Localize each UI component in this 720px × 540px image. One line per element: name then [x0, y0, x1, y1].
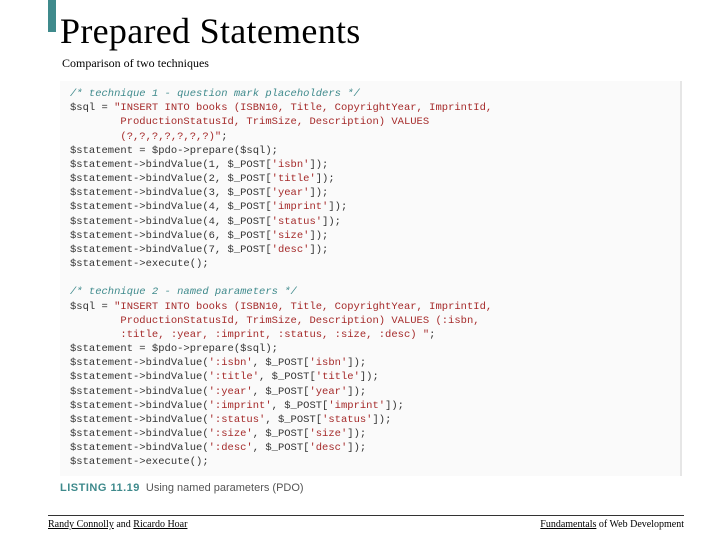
code-text: $statement->bindValue(3, $_POST[	[70, 187, 272, 199]
footer-text: of Web Development	[596, 519, 684, 530]
code-text: ;	[429, 329, 435, 341]
footer-right: Fundamentals of Web Development	[540, 519, 684, 530]
code-text: $statement->execute();	[70, 258, 209, 270]
code-text: $statement->bindValue(4, $_POST[	[70, 216, 272, 228]
code-string: 'title'	[272, 173, 316, 185]
code-text: $statement = $pdo->prepare($sql);	[70, 145, 278, 157]
code-listing: /* technique 1 - question mark placehold…	[70, 87, 670, 470]
code-string: (?,?,?,?,?,?,?)"	[70, 131, 221, 143]
code-string: 'size'	[309, 428, 347, 440]
code-text: ]);	[328, 201, 347, 213]
code-text: ;	[221, 131, 227, 143]
code-string: :title, :year, :imprint, :status, :size,…	[70, 329, 429, 341]
code-text: ]);	[347, 442, 366, 454]
author-1: Randy Connolly	[48, 519, 114, 530]
code-text: , $_POST[	[259, 371, 316, 383]
book-title-word: Fundamentals	[540, 519, 596, 530]
page-title: Prepared Statements	[60, 10, 672, 52]
code-text: $statement->bindValue(	[70, 428, 209, 440]
code-string: ':imprint'	[209, 400, 272, 412]
code-text: ]);	[309, 187, 328, 199]
accent-bar	[48, 0, 56, 32]
code-text: $statement->bindValue(7, $_POST[	[70, 244, 272, 256]
code-comment: /* technique 1 - question mark placehold…	[70, 88, 360, 100]
code-string: 'isbn'	[309, 357, 347, 369]
code-comment: /* technique 2 - named parameters */	[70, 286, 297, 298]
code-text: ]);	[372, 414, 391, 426]
code-text: ]);	[347, 386, 366, 398]
code-text: ]);	[360, 371, 379, 383]
code-string: ':isbn'	[209, 357, 253, 369]
code-text: $sql =	[70, 102, 114, 114]
code-text: $statement->bindValue(	[70, 442, 209, 454]
footer: Randy Connolly and Ricardo Hoar Fundamen…	[48, 515, 684, 530]
code-string: "INSERT INTO books (ISBN10, Title, Copyr…	[114, 102, 492, 114]
subtitle: Comparison of two techniques	[62, 56, 672, 71]
code-text: $statement->bindValue(	[70, 371, 209, 383]
listing-text: Using named parameters (PDO)	[146, 482, 304, 494]
code-string: ':year'	[209, 386, 253, 398]
code-string: 'size'	[272, 230, 310, 242]
code-string: ':desc'	[209, 442, 253, 454]
author-2: Ricardo Hoar	[133, 519, 187, 530]
code-text: ]);	[385, 400, 404, 412]
code-text: , $_POST[	[253, 386, 310, 398]
code-text: $statement->bindValue(	[70, 400, 209, 412]
code-string: 'year'	[309, 386, 347, 398]
code-string: ':title'	[209, 371, 259, 383]
footer-left: Randy Connolly and Ricardo Hoar	[48, 519, 187, 530]
code-text: ]);	[316, 173, 335, 185]
code-text: , $_POST[	[253, 428, 310, 440]
code-string: 'imprint'	[272, 201, 329, 213]
code-text: , $_POST[	[253, 357, 310, 369]
code-text: $statement->bindValue(	[70, 386, 209, 398]
code-text: $statement->execute();	[70, 456, 209, 468]
code-text: $statement->bindValue(2, $_POST[	[70, 173, 272, 185]
code-string: ProductionStatusId, TrimSize, Descriptio…	[70, 116, 429, 128]
code-text: , $_POST[	[272, 400, 329, 412]
slide: Prepared Statements Comparison of two te…	[0, 0, 720, 540]
code-string: 'isbn'	[272, 159, 310, 171]
code-text: , $_POST[	[253, 442, 310, 454]
code-string: 'imprint'	[328, 400, 385, 412]
code-string: 'desc'	[272, 244, 310, 256]
code-text: ]);	[347, 357, 366, 369]
code-string: 'status'	[322, 414, 372, 426]
code-string: 'desc'	[309, 442, 347, 454]
code-text: $statement->bindValue(4, $_POST[	[70, 201, 272, 213]
code-string: ':size'	[209, 428, 253, 440]
code-string: 'year'	[272, 187, 310, 199]
code-text: $statement = $pdo->prepare($sql);	[70, 343, 278, 355]
listing-number: LISTING 11.19	[60, 482, 140, 494]
code-string: ProductionStatusId, TrimSize, Descriptio…	[70, 315, 480, 327]
code-string: 'status'	[272, 216, 322, 228]
code-string: "INSERT INTO books (ISBN10, Title, Copyr…	[114, 301, 492, 313]
code-text: ]);	[322, 216, 341, 228]
footer-text: and	[114, 519, 133, 530]
code-text: $statement->bindValue(	[70, 357, 209, 369]
code-text: , $_POST[	[265, 414, 322, 426]
listing-caption: LISTING 11.19 Using named parameters (PDO…	[60, 482, 672, 494]
code-text: ]);	[309, 230, 328, 242]
code-text: $statement->bindValue(1, $_POST[	[70, 159, 272, 171]
code-text: ]);	[309, 244, 328, 256]
code-string: ':status'	[209, 414, 266, 426]
code-text: $statement->bindValue(6, $_POST[	[70, 230, 272, 242]
code-listing-box: /* technique 1 - question mark placehold…	[60, 81, 682, 476]
code-text: $statement->bindValue(	[70, 414, 209, 426]
code-text: ]);	[347, 428, 366, 440]
code-text: ]);	[309, 159, 328, 171]
code-text: $sql =	[70, 301, 114, 313]
code-string: 'title'	[316, 371, 360, 383]
